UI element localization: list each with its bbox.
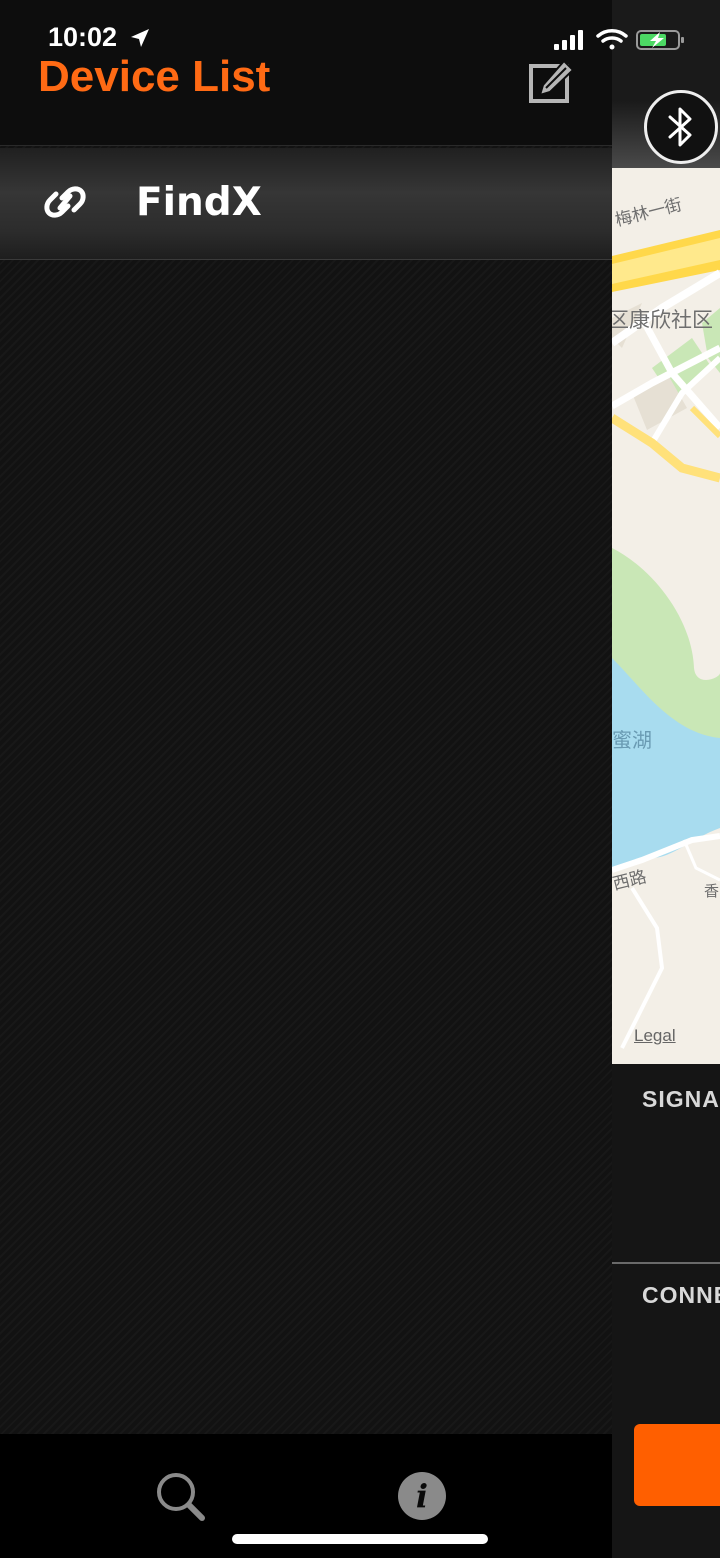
map-label: 蜜湖 — [612, 728, 652, 752]
drawer-header: 10:02 Device List — [0, 0, 612, 146]
edit-icon[interactable] — [528, 58, 576, 104]
device-list-drawer: 10:02 Device List FindX i — [0, 0, 612, 1558]
map-graphic — [612, 230, 720, 1049]
device-name: FindX — [136, 180, 262, 225]
connection-section-label: CONNE — [642, 1282, 720, 1308]
home-indicator — [232, 1534, 488, 1544]
map-view[interactable]: 梅林一街 区康欣社区 蜜湖 西路 香 Legal — [612, 168, 720, 1064]
link-icon — [44, 186, 86, 218]
bluetooth-button[interactable] — [644, 90, 718, 164]
status-time: 10:02 — [48, 22, 118, 52]
section-divider — [612, 1262, 720, 1264]
cellular-signal-icon — [554, 30, 583, 50]
screen: 梅林一街 区康欣社区 蜜湖 西路 香 Legal SIGNA CONNE 10:… — [0, 0, 720, 1558]
map-legal-link[interactable]: Legal — [634, 1026, 676, 1046]
info-icon[interactable]: i — [398, 1472, 446, 1520]
map-label: 区康欣社区 — [612, 308, 713, 332]
status-indicators — [554, 29, 684, 50]
action-button[interactable] — [634, 1424, 720, 1506]
bluetooth-icon — [668, 107, 692, 147]
device-row-findx[interactable]: FindX — [0, 148, 612, 260]
signal-section-label: SIGNA — [642, 1086, 720, 1112]
wifi-icon — [596, 29, 628, 50]
search-icon[interactable] — [154, 1470, 206, 1522]
page-title: Device List — [38, 52, 271, 101]
map-label: 香 — [704, 882, 720, 900]
battery-charging-icon — [636, 30, 684, 50]
main-panel: 梅林一街 区康欣社区 蜜湖 西路 香 Legal SIGNA CONNE — [612, 0, 720, 1558]
location-arrow-icon — [131, 29, 149, 47]
